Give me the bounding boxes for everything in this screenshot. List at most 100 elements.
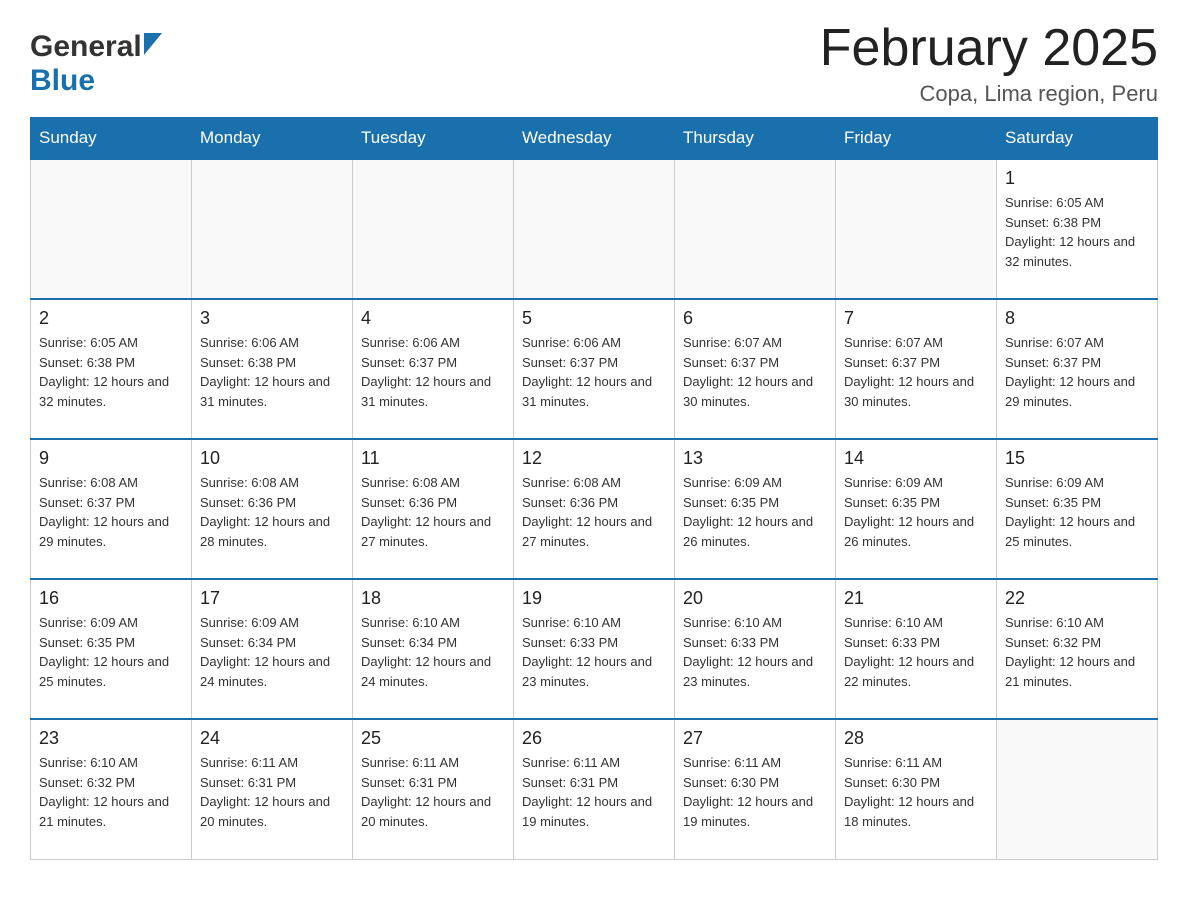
calendar-cell — [192, 159, 353, 299]
day-number: 18 — [361, 588, 505, 609]
calendar-week-3: 9 Sunrise: 6:08 AMSunset: 6:37 PMDaylight… — [31, 439, 1158, 579]
calendar-week-5: 23 Sunrise: 6:10 AMSunset: 6:32 PMDayligh… — [31, 719, 1158, 859]
month-title: February 2025 — [820, 20, 1158, 77]
day-number: 15 — [1005, 448, 1149, 469]
calendar-cell: 22 Sunrise: 6:10 AMSunset: 6:32 PMDayligh… — [997, 579, 1158, 719]
calendar-cell: 1 Sunrise: 6:05 AMSunset: 6:38 PMDaylight… — [997, 159, 1158, 299]
day-info: Sunrise: 6:06 AMSunset: 6:37 PMDaylight:… — [361, 333, 505, 411]
weekday-header-row: SundayMondayTuesdayWednesdayThursdayFrid… — [31, 118, 1158, 160]
day-number: 4 — [361, 308, 505, 329]
calendar-cell: 5 Sunrise: 6:06 AMSunset: 6:37 PMDaylight… — [514, 299, 675, 439]
day-info: Sunrise: 6:07 AMSunset: 6:37 PMDaylight:… — [844, 333, 988, 411]
day-info: Sunrise: 6:11 AMSunset: 6:31 PMDaylight:… — [522, 753, 666, 831]
day-number: 3 — [200, 308, 344, 329]
calendar-body: 1 Sunrise: 6:05 AMSunset: 6:38 PMDaylight… — [31, 159, 1158, 859]
day-number: 17 — [200, 588, 344, 609]
calendar-cell: 18 Sunrise: 6:10 AMSunset: 6:34 PMDayligh… — [353, 579, 514, 719]
day-info: Sunrise: 6:05 AMSunset: 6:38 PMDaylight:… — [39, 333, 183, 411]
day-number: 6 — [683, 308, 827, 329]
weekday-header-monday: Monday — [192, 118, 353, 160]
day-info: Sunrise: 6:06 AMSunset: 6:38 PMDaylight:… — [200, 333, 344, 411]
calendar-cell: 21 Sunrise: 6:10 AMSunset: 6:33 PMDayligh… — [836, 579, 997, 719]
day-info: Sunrise: 6:06 AMSunset: 6:37 PMDaylight:… — [522, 333, 666, 411]
day-number: 8 — [1005, 308, 1149, 329]
day-number: 22 — [1005, 588, 1149, 609]
calendar-cell: 9 Sunrise: 6:08 AMSunset: 6:37 PMDaylight… — [31, 439, 192, 579]
calendar-cell: 17 Sunrise: 6:09 AMSunset: 6:34 PMDayligh… — [192, 579, 353, 719]
day-info: Sunrise: 6:10 AMSunset: 6:32 PMDaylight:… — [39, 753, 183, 831]
logo-general-text: General — [30, 30, 142, 64]
calendar-cell: 2 Sunrise: 6:05 AMSunset: 6:38 PMDaylight… — [31, 299, 192, 439]
day-info: Sunrise: 6:08 AMSunset: 6:36 PMDaylight:… — [522, 473, 666, 551]
calendar-cell: 4 Sunrise: 6:06 AMSunset: 6:37 PMDaylight… — [353, 299, 514, 439]
calendar-header: SundayMondayTuesdayWednesdayThursdayFrid… — [31, 118, 1158, 160]
day-info: Sunrise: 6:08 AMSunset: 6:37 PMDaylight:… — [39, 473, 183, 551]
day-info: Sunrise: 6:11 AMSunset: 6:31 PMDaylight:… — [200, 753, 344, 831]
calendar-cell: 10 Sunrise: 6:08 AMSunset: 6:36 PMDayligh… — [192, 439, 353, 579]
calendar-cell: 28Sunrise: 6:11 AMSunset: 6:30 PMDayligh… — [836, 719, 997, 859]
day-number: 28 — [844, 728, 988, 749]
day-number: 16 — [39, 588, 183, 609]
calendar-cell — [353, 159, 514, 299]
calendar-cell: 6 Sunrise: 6:07 AMSunset: 6:37 PMDaylight… — [675, 299, 836, 439]
logo-triangle-icon — [144, 33, 162, 60]
calendar-cell — [997, 719, 1158, 859]
day-info: Sunrise: 6:09 AMSunset: 6:35 PMDaylight:… — [39, 613, 183, 691]
day-number: 1 — [1005, 168, 1149, 189]
weekday-header-wednesday: Wednesday — [514, 118, 675, 160]
day-number: 21 — [844, 588, 988, 609]
day-info: Sunrise: 6:10 AMSunset: 6:33 PMDaylight:… — [683, 613, 827, 691]
calendar-week-4: 16 Sunrise: 6:09 AMSunset: 6:35 PMDayligh… — [31, 579, 1158, 719]
location-text: Copa, Lima region, Peru — [820, 81, 1158, 107]
calendar-cell: 12 Sunrise: 6:08 AMSunset: 6:36 PMDayligh… — [514, 439, 675, 579]
day-number: 14 — [844, 448, 988, 469]
calendar-cell: 20 Sunrise: 6:10 AMSunset: 6:33 PMDayligh… — [675, 579, 836, 719]
day-number: 11 — [361, 448, 505, 469]
day-info: Sunrise: 6:09 AMSunset: 6:35 PMDaylight:… — [844, 473, 988, 551]
page-header: General Blue February 2025 Copa, Lima re… — [30, 20, 1158, 107]
day-number: 2 — [39, 308, 183, 329]
day-info: Sunrise: 6:05 AMSunset: 6:38 PMDaylight:… — [1005, 193, 1149, 271]
day-number: 9 — [39, 448, 183, 469]
day-number: 24 — [200, 728, 344, 749]
day-info: Sunrise: 6:10 AMSunset: 6:34 PMDaylight:… — [361, 613, 505, 691]
day-number: 5 — [522, 308, 666, 329]
calendar-table: SundayMondayTuesdayWednesdayThursdayFrid… — [30, 117, 1158, 860]
day-info: Sunrise: 6:11 AMSunset: 6:31 PMDaylight:… — [361, 753, 505, 831]
calendar-week-1: 1 Sunrise: 6:05 AMSunset: 6:38 PMDaylight… — [31, 159, 1158, 299]
calendar-cell: 13Sunrise: 6:09 AMSunset: 6:35 PMDayligh… — [675, 439, 836, 579]
day-number: 7 — [844, 308, 988, 329]
calendar-cell: 26 Sunrise: 6:11 AMSunset: 6:31 PMDayligh… — [514, 719, 675, 859]
calendar-cell: 19Sunrise: 6:10 AMSunset: 6:33 PMDayligh… — [514, 579, 675, 719]
day-info: Sunrise: 6:11 AMSunset: 6:30 PMDaylight:… — [683, 753, 827, 831]
day-info: Sunrise: 6:09 AMSunset: 6:34 PMDaylight:… — [200, 613, 344, 691]
day-number: 26 — [522, 728, 666, 749]
day-info: Sunrise: 6:07 AMSunset: 6:37 PMDaylight:… — [683, 333, 827, 411]
calendar-cell: 24 Sunrise: 6:11 AMSunset: 6:31 PMDayligh… — [192, 719, 353, 859]
weekday-header-friday: Friday — [836, 118, 997, 160]
day-info: Sunrise: 6:08 AMSunset: 6:36 PMDaylight:… — [361, 473, 505, 551]
calendar-cell: 3 Sunrise: 6:06 AMSunset: 6:38 PMDaylight… — [192, 299, 353, 439]
calendar-cell: 14 Sunrise: 6:09 AMSunset: 6:35 PMDayligh… — [836, 439, 997, 579]
day-number: 20 — [683, 588, 827, 609]
calendar-cell: 23 Sunrise: 6:10 AMSunset: 6:32 PMDayligh… — [31, 719, 192, 859]
calendar-cell: 15Sunrise: 6:09 AMSunset: 6:35 PMDayligh… — [997, 439, 1158, 579]
day-info: Sunrise: 6:10 AMSunset: 6:32 PMDaylight:… — [1005, 613, 1149, 691]
logo-blue-text: Blue — [30, 64, 95, 98]
weekday-header-saturday: Saturday — [997, 118, 1158, 160]
day-info: Sunrise: 6:07 AMSunset: 6:37 PMDaylight:… — [1005, 333, 1149, 411]
calendar-cell — [675, 159, 836, 299]
day-number: 25 — [361, 728, 505, 749]
calendar-cell: 16 Sunrise: 6:09 AMSunset: 6:35 PMDayligh… — [31, 579, 192, 719]
calendar-cell: 11 Sunrise: 6:08 AMSunset: 6:36 PMDayligh… — [353, 439, 514, 579]
day-number: 23 — [39, 728, 183, 749]
calendar-cell — [31, 159, 192, 299]
day-info: Sunrise: 6:08 AMSunset: 6:36 PMDaylight:… — [200, 473, 344, 551]
calendar-cell: 27Sunrise: 6:11 AMSunset: 6:30 PMDayligh… — [675, 719, 836, 859]
day-number: 10 — [200, 448, 344, 469]
logo: General Blue — [30, 20, 162, 98]
day-number: 12 — [522, 448, 666, 469]
day-info: Sunrise: 6:10 AMSunset: 6:33 PMDaylight:… — [844, 613, 988, 691]
day-info: Sunrise: 6:09 AMSunset: 6:35 PMDaylight:… — [683, 473, 827, 551]
title-section: February 2025 Copa, Lima region, Peru — [820, 20, 1158, 107]
